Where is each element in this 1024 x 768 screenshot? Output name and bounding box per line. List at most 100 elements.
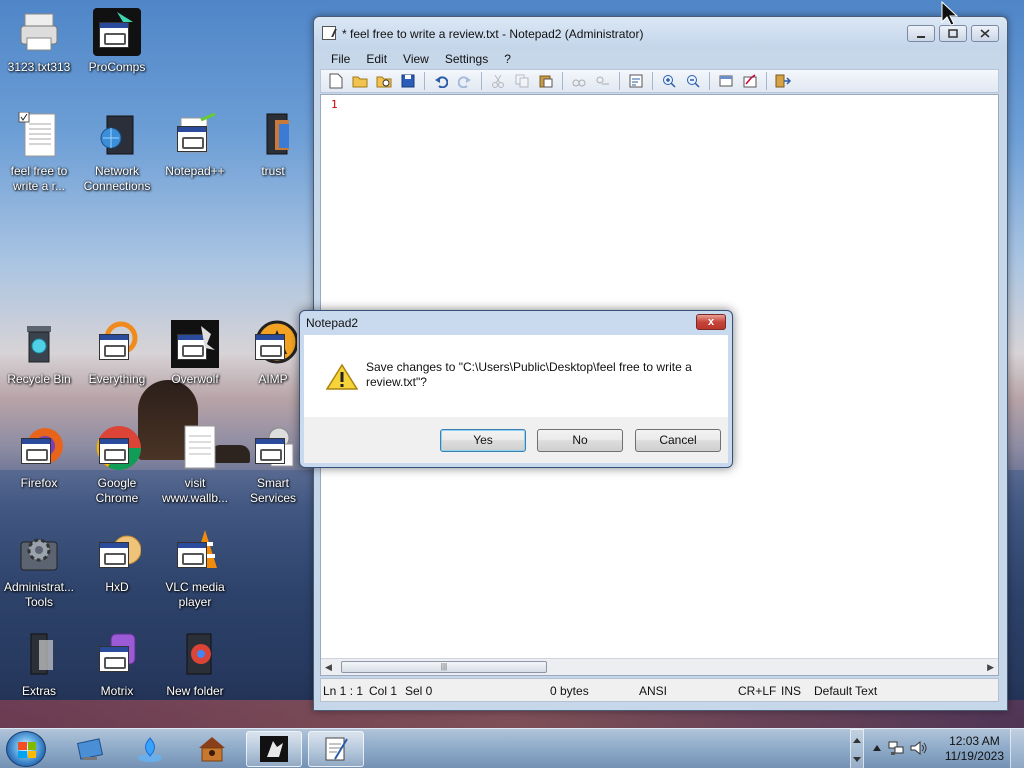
taskbar-overwolf[interactable] [246, 731, 302, 767]
cut-icon[interactable] [487, 71, 509, 91]
desktop-icon-firefox[interactable]: Firefox [0, 424, 78, 491]
new-file-icon[interactable] [325, 71, 347, 91]
desktop-icon-label: Motrix [100, 684, 134, 698]
desktop-icon-label: Firefox [20, 476, 58, 490]
scroll-left-icon[interactable]: ◀ [325, 662, 332, 673]
taskbar-explorer[interactable] [62, 731, 118, 767]
birdhouse-icon [199, 737, 225, 762]
notepad2-icon [322, 26, 336, 40]
network-folder-icon [93, 112, 141, 160]
taskbar-notepad2[interactable] [308, 731, 364, 767]
show-hidden-icons[interactable] [872, 742, 882, 756]
menu-file[interactable]: File [324, 49, 357, 69]
motrix-icon [93, 632, 141, 680]
desktop-icon-new-folder[interactable]: New folder [156, 632, 234, 699]
taskbar-app-house[interactable] [184, 731, 240, 767]
zoom-in-icon[interactable] [658, 71, 680, 91]
start-button[interactable] [6, 731, 46, 767]
word-wrap-icon[interactable] [625, 71, 647, 91]
toolbar-separator [424, 72, 425, 90]
desktop-icon-extras[interactable]: Extras [0, 632, 78, 699]
status-bar: Ln 1 : 1 Col 1 Sel 0 0 bytes ANSI CR+LF … [320, 678, 999, 702]
show-desktop-button[interactable] [1010, 729, 1024, 768]
toolbar-separator [619, 72, 620, 90]
menu-help[interactable]: ? [497, 49, 518, 69]
menu-view[interactable]: View [396, 49, 436, 69]
find-icon[interactable] [568, 71, 590, 91]
desktop-icon-procomps[interactable]: ProComps [78, 8, 156, 75]
mouse-cursor-icon [941, 0, 959, 26]
status-eol[interactable]: CR+LF [738, 684, 776, 698]
zoom-out-icon[interactable] [682, 71, 704, 91]
desktop-icon-google-chrome[interactable]: Google Chrome [78, 424, 156, 506]
menu-settings[interactable]: Settings [438, 49, 495, 69]
exit-icon[interactable] [772, 71, 794, 91]
undo-icon[interactable] [430, 71, 452, 91]
desktop-icon-label: Administrat... Tools [3, 580, 75, 609]
dialog-close-button[interactable]: x [696, 314, 726, 330]
status-mode[interactable]: INS [781, 684, 801, 698]
desktop-icon-label: trust [261, 164, 285, 178]
yes-button[interactable]: Yes [440, 429, 526, 452]
redo-icon[interactable] [454, 71, 476, 91]
customize-icon[interactable] [739, 71, 761, 91]
open-file-icon[interactable] [349, 71, 371, 91]
taskbar-app-blue[interactable] [122, 731, 178, 767]
copy-icon[interactable] [511, 71, 533, 91]
replace-icon[interactable] [592, 71, 614, 91]
toolbar [320, 69, 999, 93]
toolbar-separator [562, 72, 563, 90]
volume-tray-icon[interactable] [910, 740, 928, 759]
folder-icon [249, 112, 297, 160]
wolf-icon [260, 736, 288, 762]
desktop-icon-vlc[interactable]: VLC media player [156, 528, 234, 610]
desktop-icon-visit-wallb[interactable]: visit www.wallb... [156, 424, 234, 506]
dialog-footer: Yes No Cancel [304, 417, 728, 463]
scrollbar-thumb[interactable]: ||| [341, 661, 547, 673]
cancel-button[interactable]: Cancel [635, 429, 721, 452]
windows-logo-icon [18, 742, 36, 758]
desktop-icon-trust[interactable]: trust [234, 112, 312, 179]
tray-scroll[interactable] [850, 729, 864, 768]
close-button[interactable] [971, 25, 999, 42]
desktop-icon-motrix[interactable]: Motrix [78, 632, 156, 699]
status-scheme[interactable]: Default Text [814, 684, 877, 698]
desktop-icon-review-txt[interactable]: feel free to write a r... [0, 111, 78, 194]
desktop-icon-notepadpp[interactable]: Notepad++ [156, 112, 234, 179]
menu-edit[interactable]: Edit [359, 49, 394, 69]
overwolf-icon [171, 320, 219, 368]
gear-icon [15, 528, 63, 576]
paste-icon[interactable] [535, 71, 557, 91]
chevron-up-icon [873, 745, 881, 751]
text-file-icon [171, 424, 219, 472]
clock[interactable]: 12:03 AM 11/19/2023 [945, 734, 1004, 764]
desktop-icon-administrative-tools[interactable]: Administrat... Tools [0, 528, 78, 610]
desktop-icon-label: Notepad++ [165, 164, 225, 178]
save-icon[interactable] [397, 71, 419, 91]
desktop-icon-label: ProComps [88, 60, 146, 74]
maximize-button[interactable] [939, 25, 967, 42]
network-tray-icon[interactable] [888, 740, 904, 759]
browse-icon[interactable] [373, 71, 395, 91]
toolbar-separator [481, 72, 482, 90]
blue-orb-icon [138, 737, 162, 762]
line-number: 1 [331, 98, 338, 111]
desktop-icon-overwolf[interactable]: Overwolf [156, 320, 234, 387]
aimp-icon [249, 320, 299, 368]
desktop-icon-hxd[interactable]: HxD [78, 528, 156, 595]
desktop-icon-network-connections[interactable]: Network Connections [78, 112, 156, 194]
toolbar-separator [652, 72, 653, 90]
no-button[interactable]: No [537, 429, 623, 452]
desktop-icon-label: Recycle Bin [7, 372, 71, 386]
desktop-icon-recycle-bin[interactable]: Recycle Bin [0, 320, 78, 387]
text-file-icon [15, 111, 63, 160]
scroll-right-icon[interactable]: ▶ [987, 662, 994, 673]
scheme-icon[interactable] [715, 71, 737, 91]
desktop-icon-3123[interactable]: 3123.txt313 [0, 8, 78, 75]
minimize-button[interactable] [907, 25, 935, 42]
horizontal-scrollbar[interactable]: ◀ ||| ▶ [321, 658, 998, 675]
status-encoding[interactable]: ANSI [639, 684, 667, 698]
explorer-icon [76, 738, 104, 760]
desktop-icon-everything[interactable]: Everything [78, 320, 156, 387]
title-bar[interactable]: * feel free to write a review.txt - Note… [314, 17, 1007, 49]
